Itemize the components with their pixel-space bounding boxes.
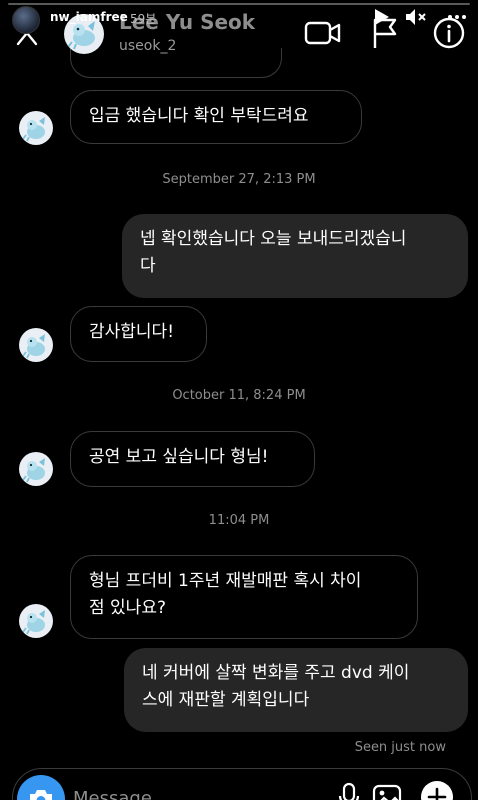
timestamp: September 27, 2:13 PM — [162, 172, 316, 187]
message-text: 넵 확인했습니다 오늘 보내드리겠습니 — [140, 229, 407, 249]
message-composer — [12, 768, 472, 800]
avatar[interactable] — [19, 604, 53, 638]
timestamp: 11:04 PM — [208, 513, 270, 528]
message-input[interactable] — [73, 783, 313, 800]
mute-icon[interactable] — [404, 6, 428, 28]
avatar[interactable] — [19, 452, 53, 486]
gallery-icon[interactable] — [371, 781, 403, 800]
camera-button[interactable] — [17, 775, 65, 800]
message-text: 점 있나요? — [89, 598, 166, 618]
message-text: 네 커버에 살짝 변화를 주고 dvd 케이 — [142, 663, 410, 683]
message-bubble-outgoing[interactable]: 넵 확인했습니다 오늘 보내드리겠습니 다 — [122, 214, 468, 298]
seen-status: Seen just now — [354, 740, 446, 755]
story-username[interactable]: nw_iamfree — [50, 10, 128, 24]
message-bubble-incoming[interactable]: 형님 프더비 1주년 재발매판 혹시 차이 점 있나요? — [70, 555, 418, 639]
message-text: 감사합니다! — [89, 322, 175, 342]
message-text: 입금 했습니다 확인 부탁드려요 — [89, 106, 309, 126]
message-text: 스에 재판할 계획입니다 — [142, 690, 310, 710]
avatar[interactable] — [19, 328, 53, 362]
story-time: 59분 — [130, 12, 157, 26]
message-text: 공연 보고 싶습니다 형님! — [89, 447, 269, 467]
dm-screen: Lee Yu Seok useok_2 nw_iamfree 59분 입금 했습… — [0, 0, 478, 800]
message-text: 다 — [140, 256, 156, 276]
message-bubble-incoming[interactable]: 입금 했습니다 확인 부탁드려요 — [70, 90, 362, 144]
more-options-icon[interactable] — [446, 6, 468, 28]
timestamp: October 11, 8:24 PM — [172, 388, 306, 403]
story-progress-bar — [8, 3, 470, 5]
add-content-icon[interactable] — [419, 779, 455, 800]
story-avatar[interactable] — [12, 6, 40, 34]
camera-icon — [30, 790, 52, 800]
microphone-icon[interactable] — [335, 781, 363, 800]
story-overlay-bar: nw_iamfree 59분 — [0, 0, 478, 70]
message-bubble-incoming[interactable]: 공연 보고 싶습니다 형님! — [70, 431, 315, 487]
message-bubble-outgoing[interactable]: 네 커버에 살짝 변화를 주고 dvd 케이 스에 재판할 계획입니다 — [124, 648, 468, 732]
play-icon[interactable] — [370, 6, 392, 28]
message-bubble-incoming[interactable]: 감사합니다! — [70, 306, 207, 362]
message-text: 형님 프더비 1주년 재발매판 혹시 차이 — [89, 571, 362, 591]
avatar[interactable] — [19, 111, 53, 145]
